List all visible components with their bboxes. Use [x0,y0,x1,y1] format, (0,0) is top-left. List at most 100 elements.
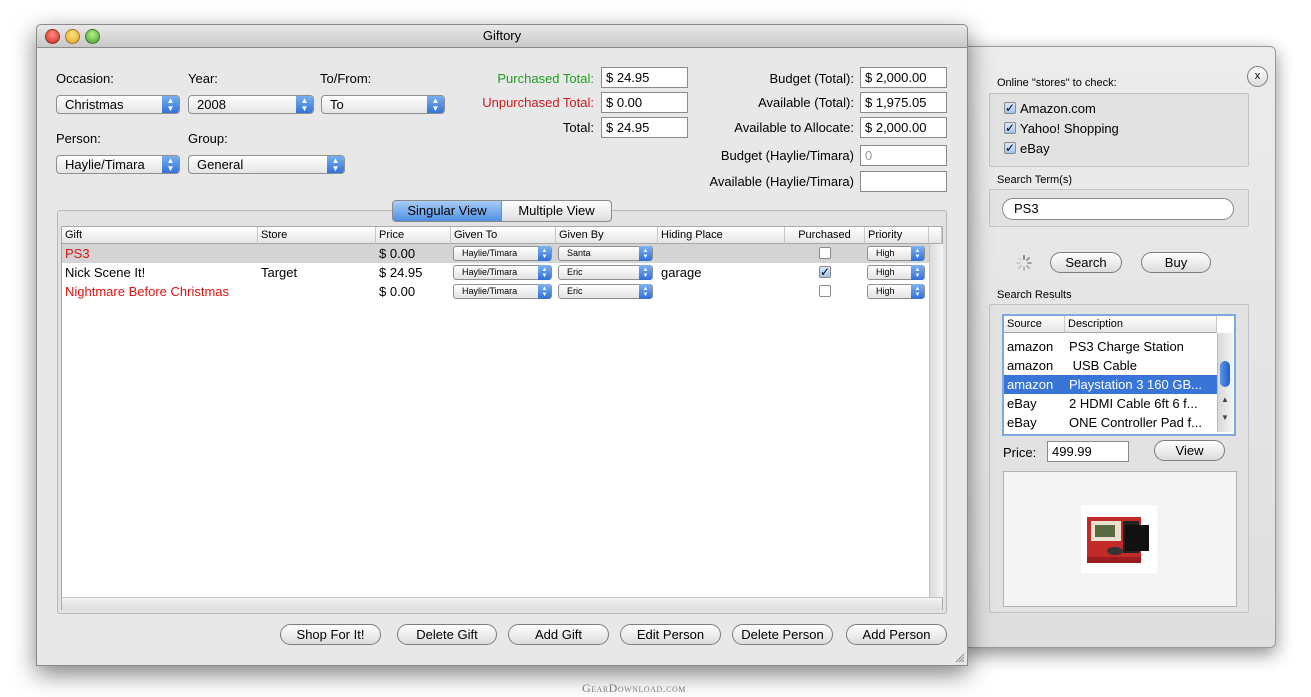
results-table[interactable]: Source Description amazon PS3 Charge Sta… [1002,314,1236,436]
scroll-up-arrow-icon[interactable]: ▲ [1221,395,1229,404]
total-field: $ 24.95 [601,117,688,138]
priority-select[interactable]: High ▲ ▼ [867,246,925,261]
table-row-selected[interactable]: PS3 $ 0.00 Haylie/Timara ▲ ▼ Santa ▲ ▼ High ▲… [62,244,942,263]
popup-arrows-icon: ▲ ▼ [911,284,924,299]
popup-arrows-icon: ▲ ▼ [639,246,652,261]
search-button[interactable]: Search [1050,252,1122,273]
delete-gift-button[interactable]: Delete Gift [397,624,497,645]
result-source: amazon [1007,339,1054,354]
col-purchased[interactable]: Purchased [785,227,865,244]
priority-select[interactable]: High ▲ ▼ [867,265,925,280]
store-checkbox-yahoo[interactable]: ✓ [1004,122,1016,134]
popup-arrows-icon: ▲ ▼ [538,284,551,299]
add-gift-button[interactable]: Add Gift [508,624,609,645]
result-description: PS3 Charge Station [1069,339,1184,354]
tofrom-select[interactable]: To ▲ ▼ [321,95,445,114]
close-window-icon[interactable] [45,29,60,44]
col-priority[interactable]: Priority [865,227,929,244]
delete-person-button[interactable]: Delete Person [732,624,833,645]
priority-value: High [876,248,895,258]
year-select[interactable]: 2008 ▲ ▼ [188,95,314,114]
popup-arrows-icon: ▲ ▼ [162,156,179,173]
store-checkbox-amazon[interactable]: ✓ [1004,102,1016,114]
scroll-down-arrow-icon[interactable]: ▼ [1221,413,1229,422]
given-to-select[interactable]: Haylie/Timara ▲ ▼ [453,265,552,280]
available-allocate-label: Available to Allocate: [734,120,854,135]
product-image-well [1003,471,1237,607]
buy-button[interactable]: Buy [1141,252,1211,273]
given-by-select[interactable]: Santa ▲ ▼ [558,246,653,261]
group-select[interactable]: General ▲ ▼ [188,155,345,174]
col-gift[interactable]: Gift [62,227,258,244]
store-label-yahoo: Yahoo! Shopping [1020,121,1119,136]
scroll-thumb[interactable] [1220,361,1230,387]
given-by-value: Eric [567,267,583,277]
given-to-value: Haylie/Timara [462,286,518,296]
popup-arrows-icon: ▲ ▼ [538,246,551,261]
year-label: Year: [188,71,218,86]
result-source: eBay [1007,415,1037,430]
view-button[interactable]: View [1154,440,1225,461]
main-window: Giftory Occasion: Christmas ▲ ▼ Year: 200… [36,24,968,666]
tab-singular-view[interactable]: Singular View [393,201,502,221]
popup-arrows-icon: ▲ ▼ [327,156,344,173]
popup-arrows-icon: ▲ ▼ [911,246,924,261]
result-row[interactable]: eBay 2 HDMI Cable 6ft 6 f... [1004,394,1217,413]
results-scrollbar[interactable]: ▲ ▼ [1217,333,1233,432]
col-hiding-place[interactable]: Hiding Place [658,227,785,244]
store-checkbox-ebay[interactable]: ✓ [1004,142,1016,154]
add-person-button[interactable]: Add Person [846,624,947,645]
results-col-description[interactable]: Description [1065,316,1217,333]
budget-person-label: Budget (Haylie/Timara) [720,148,854,163]
given-by-select[interactable]: Eric ▲ ▼ [558,265,653,280]
price-field[interactable]: 499.99 [1047,441,1129,462]
window-title: Giftory [482,28,522,43]
budget-person-field[interactable]: 0 [860,145,947,166]
edit-person-button[interactable]: Edit Person [620,624,721,645]
search-term-input[interactable]: PS3 [1002,198,1234,220]
title-bar[interactable]: Giftory [37,25,967,48]
minimize-window-icon[interactable] [65,29,80,44]
col-price[interactable]: Price [376,227,451,244]
result-row[interactable]: eBay ONE Controller Pad f... [1004,413,1217,432]
person-select[interactable]: Haylie/Timara ▲ ▼ [56,155,180,174]
budget-total-field[interactable]: $ 2,000.00 [860,67,947,88]
gift-price: $ 0.00 [379,246,416,261]
given-to-select[interactable]: Haylie/Timara ▲ ▼ [453,246,552,261]
table-row[interactable]: Nick Scene It! Target $ 24.95 Haylie/Tim… [62,263,942,282]
occasion-select[interactable]: Christmas ▲ ▼ [56,95,180,114]
table-vertical-scrollbar[interactable] [929,244,943,597]
hiding-place[interactable]: garage [661,263,701,282]
resize-grip-icon[interactable] [953,651,965,663]
gift-table[interactable]: Gift Store Price Given To Given By Hidin… [61,226,943,610]
table-row[interactable]: Nightmare Before Christmas $ 0.00 Haylie… [62,282,942,301]
given-to-select[interactable]: Haylie/Timara ▲ ▼ [453,284,552,299]
shop-for-it-button[interactable]: Shop For It! [280,624,381,645]
result-row[interactable]: amazon PS3 Charge Station [1004,337,1217,356]
col-store[interactable]: Store [258,227,376,244]
store-label-ebay: eBay [1020,141,1050,156]
close-drawer-button[interactable]: x [1247,66,1268,87]
group-value: General [197,157,244,172]
table-horizontal-scrollbar[interactable] [62,597,942,610]
purchased-total-label: Purchased Total: [497,71,594,86]
tab-multiple-view[interactable]: Multiple View [502,201,611,221]
results-col-source[interactable]: Source [1004,316,1065,333]
result-description: USB Cable [1069,358,1137,373]
gift-price: $ 24.95 [379,265,423,280]
purchased-checkbox[interactable] [819,247,831,259]
search-term-group: PS3 [989,189,1249,227]
purchased-checkbox[interactable] [819,285,831,297]
col-given-by[interactable]: Given By [556,227,658,244]
result-row-selected[interactable]: amazon Playstation 3 160 GB... [1004,375,1217,394]
occasion-value: Christmas [65,97,124,112]
priority-select[interactable]: High ▲ ▼ [867,284,925,299]
purchased-checkbox[interactable]: ✓ [819,266,831,278]
purchased-total-field: $ 24.95 [601,67,688,88]
popup-arrows-icon: ▲ ▼ [427,96,444,113]
given-by-select[interactable]: Eric ▲ ▼ [558,284,653,299]
zoom-window-icon[interactable] [85,29,100,44]
result-row[interactable]: amazon USB Cable [1004,356,1217,375]
search-results-group: Source Description amazon PS3 Charge Sta… [989,304,1249,613]
col-given-to[interactable]: Given To [451,227,556,244]
